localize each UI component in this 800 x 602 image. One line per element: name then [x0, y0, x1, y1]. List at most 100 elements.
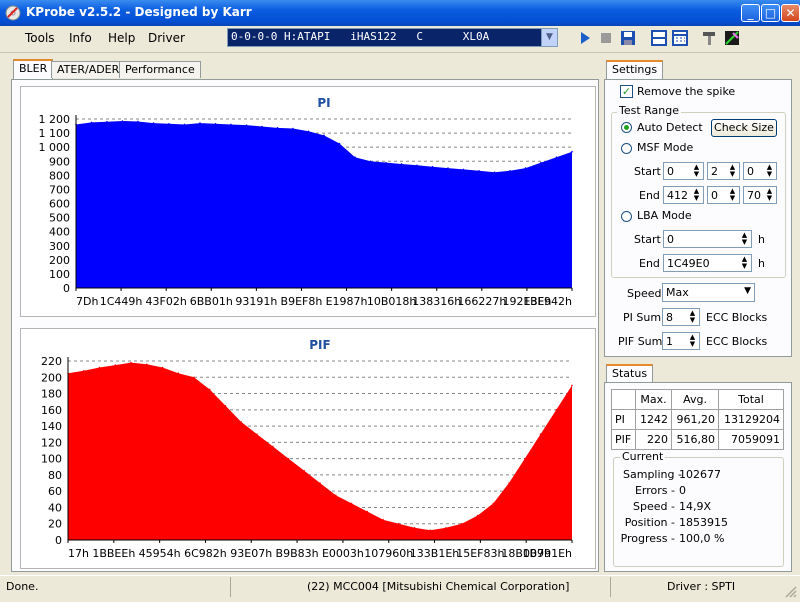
spin-arrows-icon: ▲ ▼ [766, 163, 773, 178]
y-tick-label: 220 [41, 355, 62, 368]
y-tick-label: 100 [41, 453, 62, 466]
y-tick-label: 40 [48, 501, 62, 514]
status-row-pif: PIF 220 516,80 7059091 [611, 429, 785, 450]
data-point [161, 366, 164, 369]
data-point [224, 404, 227, 407]
msf-start-min-input[interactable]: 0 ▲ ▼ [663, 162, 704, 180]
data-point [106, 120, 108, 123]
lba-mode-radio[interactable] [621, 211, 632, 222]
disc-scan-icon[interactable] [723, 29, 741, 47]
position-value: 1853915 [679, 516, 728, 529]
menu-tools[interactable]: Tools [25, 31, 55, 45]
status-cell: 961,20 [671, 409, 719, 430]
lba-end-hex-suffix: h [758, 257, 765, 270]
y-tick-label: 120 [41, 436, 62, 449]
data-point [555, 409, 558, 411]
x-tick-label: 6C982h [184, 547, 227, 560]
spin-arrows-icon: ▲ ▼ [766, 187, 773, 202]
tab-performance[interactable]: Performance [119, 61, 201, 78]
disc-media-id: (22) MCC004 [Mitsubishi Chemical Corpora… [307, 580, 570, 593]
status-header-row: Max. Avg. Total [611, 389, 785, 410]
x-tick-label: 45954h [139, 547, 181, 560]
lba-end-input[interactable]: 1C49E0 ▲ ▼ [663, 254, 752, 272]
data-point [478, 169, 480, 172]
title-bar: KProbe v2.5.2 - Designed by Karr _ □ ✕ [0, 0, 800, 26]
calculator-icon[interactable] [671, 29, 689, 47]
play-icon[interactable] [576, 29, 594, 47]
data-point [338, 142, 341, 145]
y-tick-label: 100 [49, 268, 70, 281]
data-point [571, 384, 573, 387]
close-button[interactable]: ✕ [781, 4, 800, 22]
drive-select-value: 0-0-0-0 H:ATAPI iHAS122 C XL0A [231, 30, 490, 43]
menu-info[interactable]: Info [69, 31, 92, 45]
spin-arrows-icon: ▲ ▼ [693, 187, 700, 202]
msf-end-frame-input[interactable]: 70 ▲ ▼ [743, 186, 777, 204]
x-tick-label: E0003h [322, 547, 364, 560]
msf-start-sec-input[interactable]: 2 ▲ ▼ [707, 162, 740, 180]
stop-icon[interactable] [597, 29, 615, 47]
data-point [397, 522, 400, 525]
save-icon[interactable] [619, 29, 637, 47]
data-point [354, 156, 356, 158]
data-point [177, 372, 180, 375]
resize-grip-icon[interactable] [783, 584, 797, 598]
msf-end-label: End [639, 189, 660, 202]
data-point [271, 445, 274, 448]
errors-value: 0 [679, 484, 686, 497]
menu-help[interactable]: Help [108, 31, 135, 45]
current-label: Current [620, 450, 666, 463]
app-disc-icon [5, 5, 21, 21]
spin-arrows-icon: ▲ ▼ [729, 163, 736, 178]
data-point [137, 120, 139, 123]
speed-select[interactable]: Max ▼ [662, 283, 755, 302]
speed-label: Speed [627, 287, 662, 300]
series-area [76, 121, 572, 288]
tab-ater-ader[interactable]: ATER/ADER [51, 61, 126, 78]
y-tick-label: 800 [49, 169, 70, 182]
tab-bler[interactable]: BLER [13, 59, 54, 80]
msf-end-sec-input[interactable]: 0 ▲ ▼ [707, 186, 740, 204]
tools-icon[interactable] [701, 29, 719, 47]
x-tick-label: B9B83h [276, 547, 319, 560]
maximize-button[interactable]: □ [761, 4, 780, 22]
menu-driver[interactable]: Driver [148, 31, 185, 45]
chart-title: PIF [309, 338, 330, 352]
position-label: Position - [624, 516, 675, 529]
status-header-total: Total [717, 389, 785, 410]
data-point [462, 168, 465, 171]
data-point [555, 156, 558, 158]
drive-select[interactable]: 0-0-0-0 H:ATAPI iHAS122 C XL0A ▼ [227, 28, 558, 47]
chevron-down-icon[interactable]: ▼ [541, 29, 557, 46]
data-point [447, 167, 449, 169]
data-point [369, 160, 372, 163]
x-tick-label: 1C449h [100, 295, 143, 308]
data-point [90, 121, 93, 124]
status-header-blank [611, 389, 636, 410]
tab-settings[interactable]: Settings [606, 60, 664, 81]
data-point [539, 433, 542, 436]
data-point [114, 364, 117, 366]
msf-mode-radio[interactable] [621, 143, 632, 154]
msf-start-frame-input[interactable]: 0 ▲ ▼ [743, 162, 777, 180]
pi-sum-input[interactable]: 8 ▲ ▼ [662, 308, 700, 326]
status-table: Max. Avg. Total PI 1242 961,20 13129204 … [611, 389, 785, 450]
msf-end-min-input[interactable]: 412 ▲ ▼ [663, 186, 704, 204]
layout-icon[interactable] [650, 29, 668, 47]
minimize-button[interactable]: _ [741, 4, 760, 22]
lba-start-input[interactable]: 0 ▲ ▼ [663, 230, 752, 248]
auto-detect-radio[interactable] [621, 122, 632, 133]
pif-sum-input[interactable]: 1 ▲ ▼ [662, 332, 700, 350]
status-separator [230, 577, 231, 597]
spin-arrows-icon: ▲ ▼ [689, 333, 696, 348]
x-tick-label: 10B018h [367, 295, 417, 308]
auto-detect-label: Auto Detect [637, 121, 703, 134]
y-tick-label: 80 [48, 469, 62, 482]
errors-label: Errors - [634, 484, 675, 497]
pi-chart-frame: PI 0 100 200 300 400 500 600 700 800 900 1 000 1 100… [20, 86, 596, 317]
x-tick-label: 6BB01h [190, 295, 233, 308]
x-tick-label: 1B791Eh [523, 547, 572, 560]
remove-spike-checkbox[interactable]: ✓ [620, 85, 633, 98]
check-size-button[interactable]: Check Size [711, 119, 777, 137]
data-point [571, 150, 573, 153]
